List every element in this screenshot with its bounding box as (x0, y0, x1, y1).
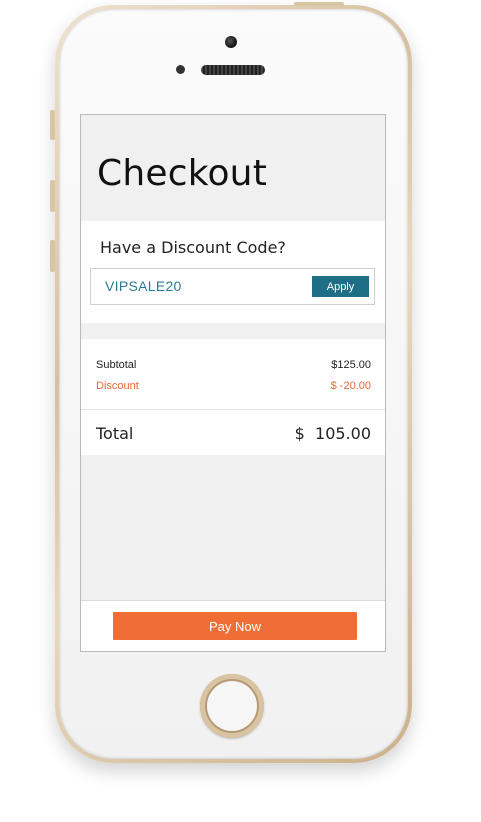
mute-switch (50, 110, 55, 140)
power-button (294, 2, 344, 6)
discount-row: Discount $ -20.00 (96, 380, 371, 392)
page-title: Checkout (97, 153, 268, 194)
phone-screen: Checkout Have a Discount Code? VIPSALE20… (80, 114, 386, 652)
earpiece-speaker-icon (201, 65, 265, 75)
pay-now-button[interactable]: Pay Now (113, 612, 357, 640)
order-summary: Subtotal $125.00 Discount $ -20.00 Total… (81, 339, 385, 455)
discount-value: $ -20.00 (330, 380, 371, 392)
discount-label: Discount (96, 380, 139, 392)
total-value: $ 105.00 (294, 424, 371, 443)
total-row: Total $ 105.00 (96, 424, 371, 443)
front-camera-icon (225, 36, 237, 48)
subtotal-row: Subtotal $125.00 (96, 359, 371, 371)
checkout-footer: Pay Now (81, 600, 385, 651)
summary-divider (81, 409, 385, 410)
discount-code-input[interactable]: VIPSALE20 Apply (90, 268, 375, 305)
subtotal-value: $125.00 (331, 359, 371, 371)
discount-heading: Have a Discount Code? (100, 238, 286, 257)
volume-up-button (50, 180, 55, 212)
proximity-sensor-icon (176, 65, 185, 74)
home-button-icon[interactable] (200, 674, 264, 738)
total-label: Total (96, 424, 134, 443)
apply-button[interactable]: Apply (312, 276, 369, 297)
discount-section: Have a Discount Code? VIPSALE20 Apply (81, 221, 385, 323)
volume-down-button (50, 240, 55, 272)
discount-code-value[interactable]: VIPSALE20 (105, 278, 182, 294)
subtotal-label: Subtotal (96, 359, 137, 371)
